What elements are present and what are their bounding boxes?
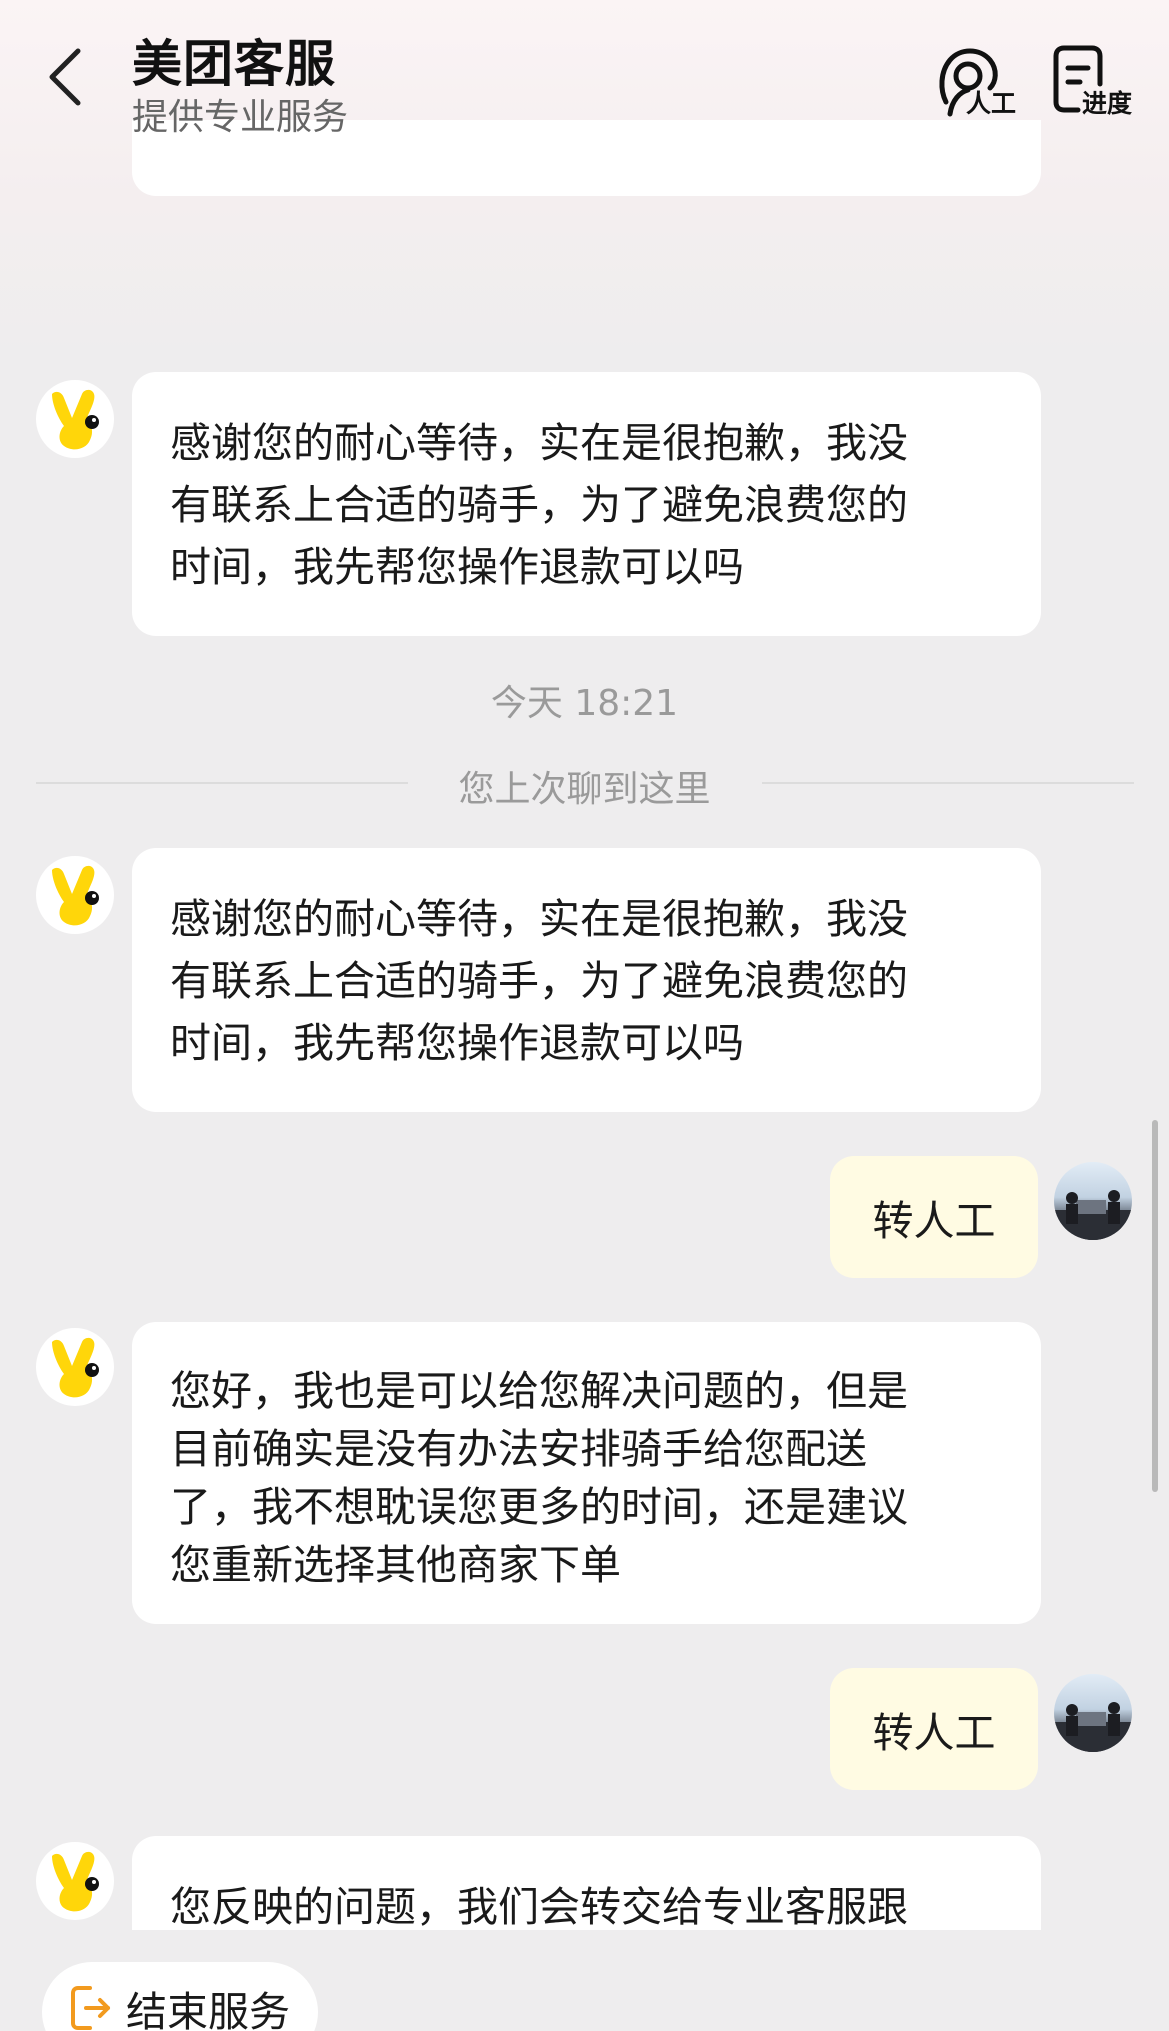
header: 美团客服 提供专业服务 人工 进度: [0, 0, 1169, 150]
progress-label: 进度: [1082, 89, 1133, 118]
message-text-line: 您重新选择其他商家下单: [170, 1541, 621, 1589]
agent-avatar[interactable]: [36, 380, 114, 458]
agent-avatar[interactable]: [36, 1842, 114, 1920]
user-photo-icon: [1054, 1702, 1132, 1752]
user-message-bubble: 转人工: [830, 1156, 1038, 1278]
agent-avatar[interactable]: [36, 856, 114, 934]
message-timestamp: 今天 18:21: [490, 683, 679, 724]
message-text-line: 感谢您的耐心等待，实在是很抱歉，我没: [170, 895, 908, 943]
page-subtitle: 提供专业服务: [132, 97, 349, 138]
mascot-icon: [52, 865, 99, 926]
message-text-line: 有联系上合适的骑手，为了避免浪费您的: [170, 957, 908, 1005]
message-text: 转人工: [872, 1709, 996, 1757]
agent-message-bubble: 感谢您的耐心等待，实在是很抱歉，我没 有联系上合适的骑手，为了避免浪费您的 时间…: [132, 848, 1041, 1112]
back-button[interactable]: [40, 44, 90, 110]
end-service-label: 结束服务: [126, 1988, 290, 2031]
user-message-bubble: 转人工: [830, 1668, 1038, 1790]
user-photo-icon: [1054, 1190, 1132, 1240]
end-service-button[interactable]: 结束服务: [42, 1962, 318, 2031]
message-text-line: 您反映的问题，我们会转交给专业客服跟: [170, 1883, 908, 1931]
scrollbar[interactable]: [1152, 1120, 1158, 1492]
mascot-icon: [52, 1851, 99, 1912]
message-text-line: 了，我不想耽误您更多的时间，还是建议: [170, 1483, 908, 1531]
message-text-line: 感谢您的耐心等待，实在是很抱歉，我没: [170, 419, 908, 467]
mascot-icon: [52, 1337, 99, 1398]
message-text-line: 有联系上合适的骑手，为了避免浪费您的: [170, 481, 908, 529]
last-read-divider: 您上次聊到这里: [458, 769, 711, 810]
mascot-icon: [52, 389, 99, 450]
page-title: 美团客服: [132, 35, 336, 93]
chevron-left-icon: [49, 48, 81, 106]
message-text-line: 时间，我先帮您操作退款可以吗: [170, 543, 744, 591]
user-avatar[interactable]: [1054, 1162, 1132, 1240]
message-text-line: 您好，我也是可以给您解决问题的，但是: [170, 1367, 908, 1415]
user-avatar[interactable]: [1054, 1674, 1132, 1752]
human-agent-button[interactable]: 人工: [936, 42, 1026, 122]
agent-message-bubble: 感谢您的耐心等待，实在是很抱歉，我没 有联系上合适的骑手，为了避免浪费您的 时间…: [132, 372, 1041, 636]
message-text-line: 时间，我先帮您操作退款可以吗: [170, 1019, 744, 1067]
agent-message-bubble: 您好，我也是可以给您解决问题的，但是 目前确实是没有办法安排骑手给您配送 了，我…: [132, 1322, 1041, 1624]
exit-icon: [71, 1986, 110, 2030]
message-text: 转人工: [872, 1197, 996, 1245]
human-agent-label: 人工: [966, 89, 1017, 118]
message-text-line: 目前确实是没有办法安排骑手给您配送: [170, 1425, 867, 1473]
progress-button[interactable]: 进度: [1052, 42, 1142, 122]
agent-avatar[interactable]: [36, 1328, 114, 1406]
